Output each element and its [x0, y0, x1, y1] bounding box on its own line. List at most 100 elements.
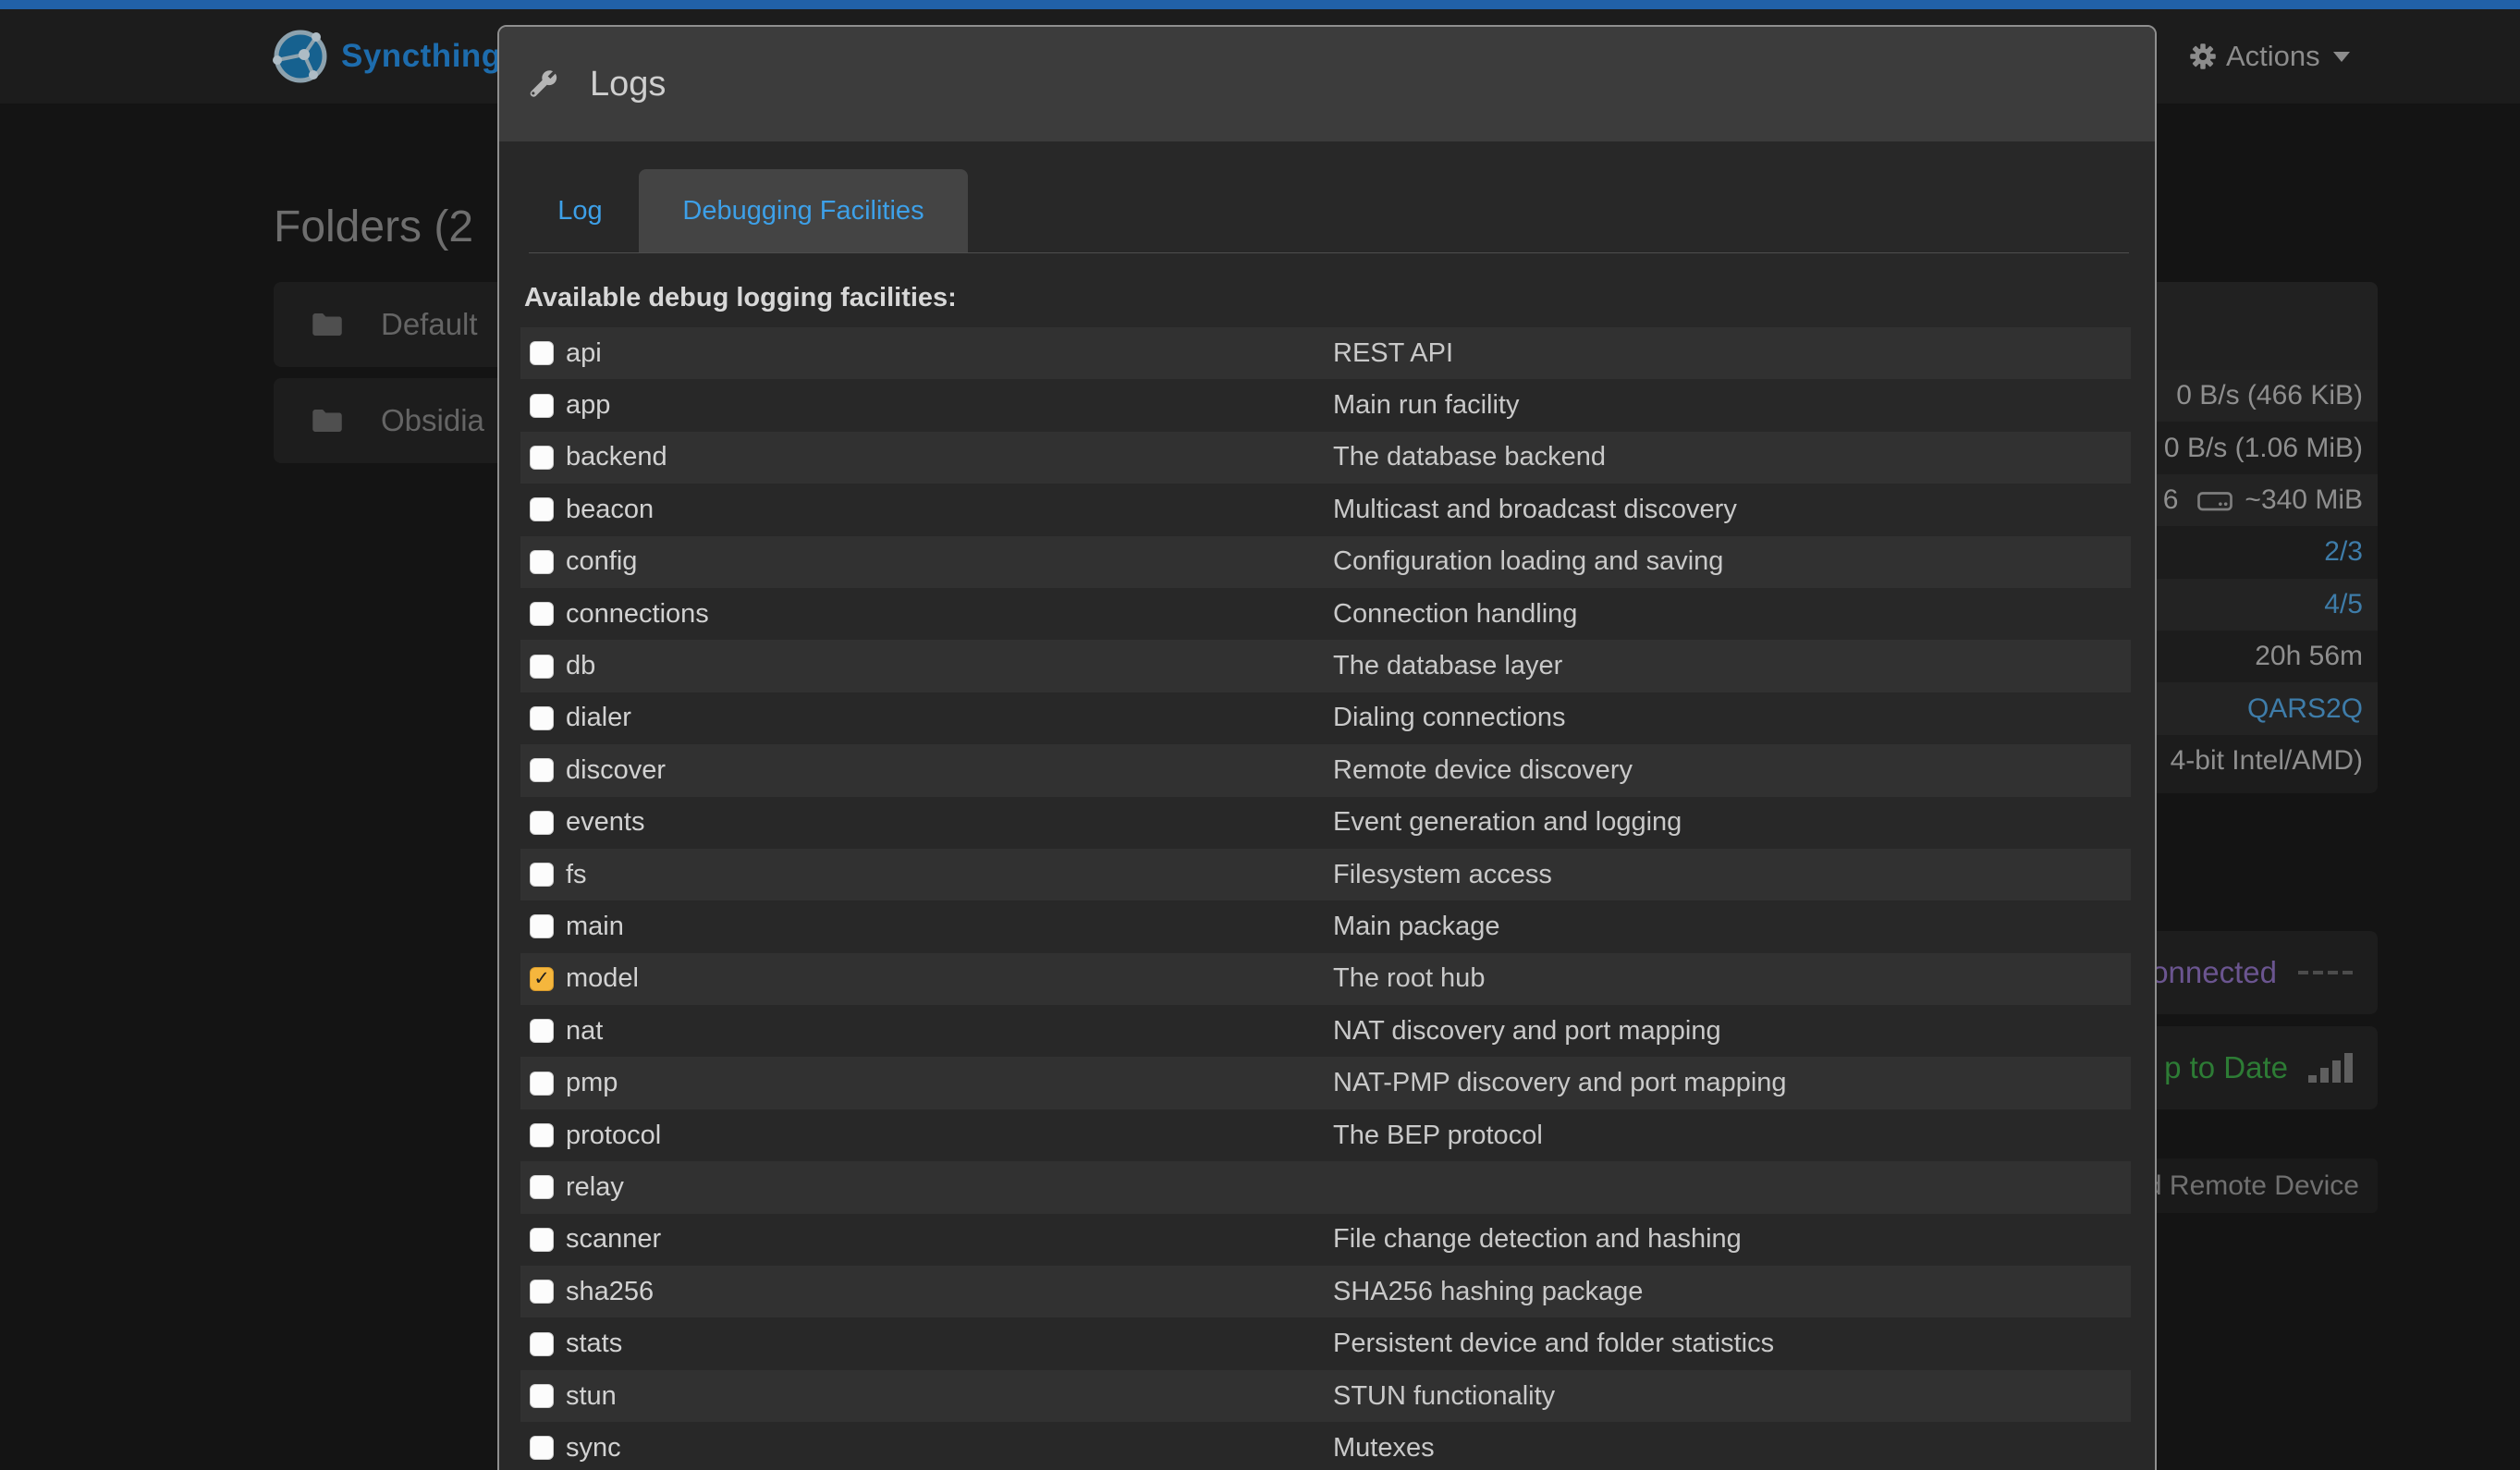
stat-value: 0 B/s (1.06 MiB): [2164, 433, 2363, 464]
facility-row: dialerDialing connections: [520, 692, 2131, 744]
facility-name: main: [566, 912, 624, 942]
stat-value: 20h 56m: [2255, 641, 2363, 672]
facility-description: The root hub: [1333, 963, 1485, 994]
facility-checkbox[interactable]: [530, 811, 554, 835]
facility-row: events Event generation and logging: [520, 797, 2131, 849]
facility-row: relay: [520, 1161, 2131, 1213]
facility-description: Remote device discovery: [1333, 755, 1633, 786]
stat-value-link[interactable]: 2/3: [2324, 536, 2363, 568]
brand-label: Syncthing: [341, 38, 502, 75]
facility-name: app: [566, 390, 610, 421]
gear-icon: [2189, 43, 2217, 70]
facility-checkbox[interactable]: [530, 655, 554, 679]
facility-checkbox-checked[interactable]: [530, 967, 554, 991]
actions-menu-button[interactable]: Actions: [2189, 9, 2350, 104]
facility-description: Main package: [1333, 912, 1500, 942]
folders-heading: Folders (2: [274, 202, 473, 252]
facility-description: The database backend: [1333, 442, 1606, 472]
facility-description: Event generation and logging: [1333, 807, 1682, 838]
stat-value: ~340 MiB: [2245, 484, 2363, 516]
facility-checkbox[interactable]: [530, 1019, 554, 1043]
facility-checkbox[interactable]: [530, 394, 554, 418]
facility-name: fs: [566, 860, 587, 890]
facilities-heading: Available debug logging facilities:: [524, 279, 2155, 316]
facility-description: The database layer: [1333, 651, 1562, 681]
logs-modal-body: Log Debugging Facilities Available debug…: [499, 170, 2155, 1470]
facility-checkbox[interactable]: [530, 341, 554, 365]
modal-title: Logs: [590, 65, 666, 104]
facility-description: SHA256 hashing package: [1333, 1277, 1643, 1307]
actions-label: Actions: [2226, 40, 2320, 73]
facility-checkbox[interactable]: [530, 1175, 554, 1199]
facility-name: api: [566, 338, 602, 369]
facility-description: Dialing connections: [1333, 703, 1565, 733]
facility-name: nat: [566, 1016, 603, 1047]
folder-label: Default: [381, 307, 478, 342]
facility-description: NAT discovery and port mapping: [1333, 1016, 1721, 1047]
facility-description: Configuration loading and saving: [1333, 546, 1723, 577]
facility-name: sync: [566, 1433, 621, 1464]
wrench-icon: [524, 67, 559, 102]
facility-name: stats: [566, 1329, 622, 1359]
logs-tabs: Log Debugging Facilities: [529, 170, 2129, 253]
facility-checkbox[interactable]: [530, 1332, 554, 1356]
tab-debugging-facilities[interactable]: Debugging Facilities: [639, 169, 968, 252]
facility-name: connections: [566, 599, 709, 630]
folder-icon: [311, 406, 344, 435]
facility-name: model: [566, 963, 639, 994]
stat-value-link[interactable]: 4/5: [2324, 589, 2363, 620]
facility-row: connectionsConnection handling: [520, 588, 2131, 640]
facility-checkbox[interactable]: [530, 1228, 554, 1252]
facility-checkbox[interactable]: [530, 1123, 554, 1147]
facility-checkbox[interactable]: [530, 550, 554, 574]
facility-row: backendThe database backend: [520, 432, 2131, 484]
facility-row: fs Filesystem access: [520, 849, 2131, 900]
facility-name: sha256: [566, 1277, 654, 1307]
syncthing-logo-icon: [271, 27, 330, 86]
stat-value: 4-bit Intel/AMD): [2171, 745, 2363, 777]
facility-description: Filesystem access: [1333, 860, 1552, 890]
facility-checkbox[interactable]: [530, 1436, 554, 1460]
facility-checkbox[interactable]: [530, 446, 554, 470]
facility-description: STUN functionality: [1333, 1381, 1555, 1412]
facilities-table: apiREST APIappMain run facilitybackendTh…: [520, 327, 2131, 1470]
facility-description: Main run facility: [1333, 390, 1519, 421]
facility-checkbox[interactable]: [530, 602, 554, 626]
stat-value-link[interactable]: QARS2Q: [2247, 693, 2363, 725]
facility-description: File change detection and hashing: [1333, 1224, 1742, 1255]
facility-checkbox[interactable]: [530, 1280, 554, 1304]
facility-checkbox[interactable]: [530, 706, 554, 730]
facility-name: pmp: [566, 1068, 618, 1098]
facility-checkbox[interactable]: [530, 1384, 554, 1408]
facility-checkbox[interactable]: [530, 863, 554, 887]
facility-row: statsPersistent device and folder statis…: [520, 1317, 2131, 1369]
facility-row: protocolThe BEP protocol: [520, 1109, 2131, 1161]
facility-row: scanner File change detection and hashing: [520, 1214, 2131, 1266]
facility-name: events: [566, 807, 644, 838]
caret-down-icon: [2333, 52, 2350, 62]
facility-checkbox[interactable]: [530, 497, 554, 521]
brand-home-link[interactable]: Syncthing: [271, 9, 502, 104]
facility-checkbox[interactable]: [530, 1072, 554, 1096]
facility-name: config: [566, 546, 637, 577]
logs-modal: Logs Log Debugging Facilities Available …: [497, 25, 2157, 1470]
facility-row: main Main package: [520, 900, 2131, 952]
facility-row: nat NAT discovery and port mapping: [520, 1005, 2131, 1057]
facility-checkbox[interactable]: [530, 914, 554, 938]
device-status: p to Date: [2164, 1050, 2288, 1085]
facility-row: app Main run facility: [520, 379, 2131, 431]
facility-row: config Configuration loading and saving: [520, 536, 2131, 588]
facility-description: The BEP protocol: [1333, 1121, 1543, 1151]
folder-icon: [311, 310, 344, 339]
facility-name: relay: [566, 1172, 624, 1203]
facility-row: sha256 SHA256 hashing package: [520, 1266, 2131, 1317]
facility-name: discover: [566, 755, 666, 786]
facility-description: Multicast and broadcast discovery: [1333, 495, 1737, 525]
add-remote-device-label: d Remote Device: [2147, 1170, 2359, 1202]
tab-log[interactable]: Log: [529, 169, 631, 252]
facility-name: scanner: [566, 1224, 661, 1255]
facility-row: db The database layer: [520, 640, 2131, 692]
page: Syncthing Actions Folders (2: [0, 0, 2520, 1470]
facility-checkbox[interactable]: [530, 758, 554, 782]
facility-name: db: [566, 651, 595, 681]
